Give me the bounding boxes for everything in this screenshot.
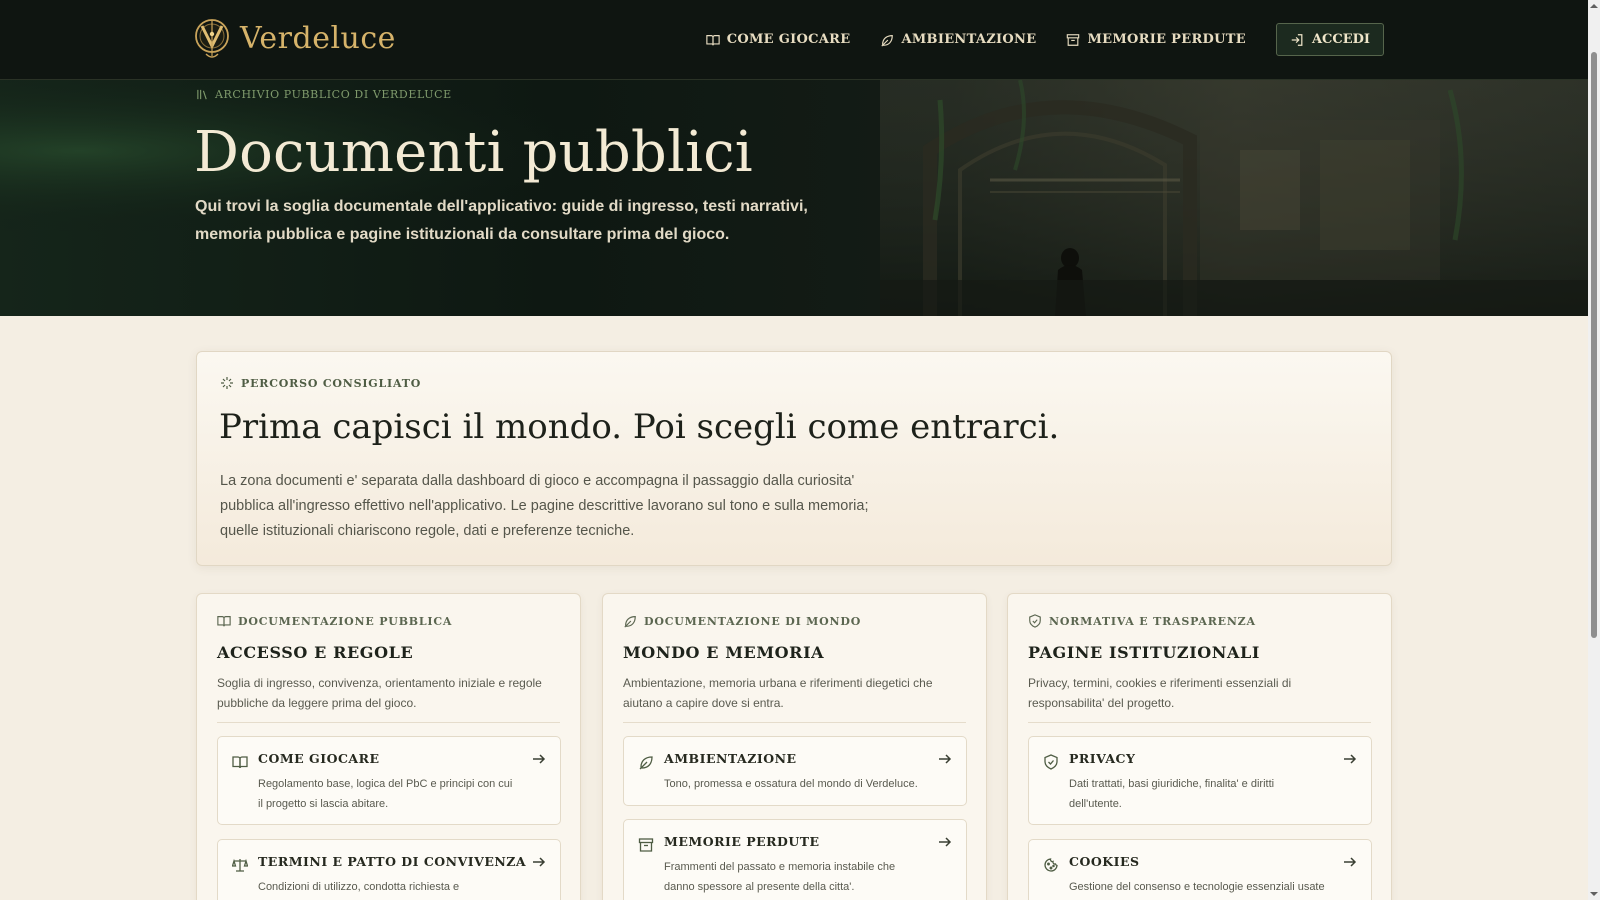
doc-link-description: Regolamento base, logica del PbC e princ…	[258, 778, 513, 810]
archive-box-icon	[1067, 33, 1080, 46]
recommended-kicker-text: PERCORSO CONSIGLIATO	[241, 376, 422, 390]
doc-link-title: MEMORIE PERDUTE	[664, 834, 820, 849]
column-divider	[217, 722, 560, 723]
nav-label: COME GIOCARE	[726, 32, 851, 47]
column-title: MONDO E MEMORIA	[623, 643, 825, 662]
column-title: PAGINE ISTITUZIONALI	[1028, 643, 1260, 662]
scrollbar-thumb[interactable]	[1591, 52, 1597, 638]
column-divider	[1028, 722, 1371, 723]
column-kicker-text: DOCUMENTAZIONE DI MONDO	[644, 614, 862, 628]
doc-link-title: PRIVACY	[1069, 751, 1136, 766]
doc-link-description: Condizioni di utilizzo, condotta richies…	[258, 881, 460, 893]
sparkle-icon	[221, 377, 233, 389]
leaf-icon	[639, 756, 653, 770]
nav-label: MEMORIE PERDUTE	[1087, 32, 1246, 47]
column-kicker: DOCUMENTAZIONE DI MONDO	[623, 614, 861, 628]
hero-kicker: ARCHIVIO PUBBLICO DI VERDELUCE	[196, 88, 452, 101]
recommended-description: La zona documenti e' separata dalla dash…	[220, 473, 869, 539]
doc-link-description: Dati trattati, basi giuridiche, finalita…	[1069, 778, 1275, 810]
recommended-title: Prima capisci il mondo. Poi scegli come …	[219, 407, 1060, 447]
doc-link-description: Frammenti del passato e memoria instabil…	[664, 861, 896, 893]
doc-link-title: AMBIENTAZIONE	[664, 751, 797, 766]
book-open-icon	[217, 616, 231, 627]
doc-link-title: COOKIES	[1069, 854, 1140, 869]
arrow-right-icon	[1344, 857, 1357, 867]
arrow-right-icon	[533, 857, 546, 867]
recommended-kicker: PERCORSO CONSIGLIATO	[220, 376, 421, 390]
column-description: Ambientazione, memoria urbana e riferime…	[623, 676, 933, 710]
hero-description: Qui trovi la soglia documentale dell'app…	[195, 198, 808, 243]
column-kicker: DOCUMENTAZIONE PUBBLICA	[217, 614, 452, 628]
login-button[interactable]: ACCEDI	[1275, 23, 1384, 56]
verdeluce-emblem-icon	[195, 19, 229, 58]
column-accesso-regole: DOCUMENTAZIONE PUBBLICA ACCESSO E REGOLE…	[196, 593, 581, 900]
hero-kicker-text: ARCHIVIO PUBBLICO DI VERDELUCE	[215, 88, 452, 101]
top-navigation-bar: Verdeluce COME GIOCARE AMBIENTAZIONE MEM…	[0, 0, 1588, 80]
doc-link-description: Tono, promessa e ossatura del mondo di V…	[664, 778, 918, 790]
doc-link-description: Gestione del consenso e tecnologie essen…	[1069, 881, 1325, 893]
shield-check-icon	[1044, 754, 1058, 770]
shield-check-icon	[1029, 614, 1041, 628]
column-pagine-istituzionali: NORMATIVA E TRASPARENZA PAGINE ISTITUZIO…	[1007, 593, 1392, 900]
archive-box-icon	[638, 838, 654, 852]
page-scrollbar[interactable]	[1588, 0, 1600, 900]
scroll-down-arrow-icon[interactable]	[1590, 890, 1598, 898]
nav-memorie-perdute[interactable]: MEMORIE PERDUTE	[1066, 24, 1246, 56]
leaf-icon	[624, 616, 636, 628]
book-open-icon	[232, 756, 248, 769]
hero-banner: ARCHIVIO PUBBLICO DI VERDELUCE Documenti…	[0, 80, 1588, 316]
arrow-right-icon	[939, 837, 952, 847]
column-kicker: NORMATIVA E TRASPARENZA	[1028, 614, 1256, 628]
page-title: Documenti pubblici	[194, 120, 753, 185]
scales-icon	[232, 858, 248, 872]
brand-name: Verdeluce	[240, 20, 396, 56]
column-description: Privacy, termini, cookies e riferimenti …	[1028, 676, 1292, 710]
nav-come-giocare[interactable]: COME GIOCARE	[706, 24, 851, 56]
column-kicker-text: NORMATIVA E TRASPARENZA	[1049, 614, 1256, 628]
cookie-icon	[1044, 858, 1058, 872]
library-icon	[197, 89, 207, 100]
column-mondo-memoria: DOCUMENTAZIONE DI MONDO MONDO E MEMORIA …	[602, 593, 987, 900]
recommended-path-card: PERCORSO CONSIGLIATO Prima capisci il mo…	[196, 351, 1392, 566]
doc-link-termini[interactable]: TERMINI E PATTO DI CONVIVENZA Condizioni…	[217, 839, 561, 900]
doc-link-cookies[interactable]: COOKIES Gestione del consenso e tecnolog…	[1028, 839, 1372, 900]
main-nav: COME GIOCARE AMBIENTAZIONE MEMORIE PERDU…	[706, 23, 1384, 56]
column-title: ACCESSO E REGOLE	[217, 643, 414, 662]
doc-link-privacy[interactable]: PRIVACY Dati trattati, basi giuridiche, …	[1028, 736, 1372, 825]
column-description: Soglia di ingresso, convivenza, orientam…	[217, 676, 542, 710]
doc-link-come-giocare[interactable]: COME GIOCARE Regolamento base, logica de…	[217, 736, 561, 825]
scroll-up-arrow-icon[interactable]	[1590, 2, 1598, 10]
arrow-right-icon	[1344, 754, 1357, 764]
column-divider	[623, 722, 966, 723]
doc-link-ambientazione[interactable]: AMBIENTAZIONE Tono, promessa e ossatura …	[623, 736, 967, 806]
doc-link-title: COME GIOCARE	[258, 751, 380, 766]
doc-link-title: TERMINI E PATTO DI CONVIVENZA	[258, 854, 527, 869]
nav-label: AMBIENTAZIONE	[901, 32, 1037, 47]
arrow-right-icon	[533, 754, 546, 764]
login-label: ACCEDI	[1311, 32, 1370, 47]
brand-logo[interactable]: Verdeluce	[194, 14, 396, 62]
arrow-right-icon	[939, 754, 952, 764]
doc-link-memorie-perdute[interactable]: MEMORIE PERDUTE Frammenti del passato e …	[623, 819, 967, 900]
leaf-icon	[881, 34, 894, 47]
nav-ambientazione[interactable]: AMBIENTAZIONE	[880, 24, 1036, 56]
login-icon	[1291, 33, 1303, 46]
book-open-icon	[706, 34, 720, 45]
column-kicker-text: DOCUMENTAZIONE PUBBLICA	[238, 614, 453, 628]
